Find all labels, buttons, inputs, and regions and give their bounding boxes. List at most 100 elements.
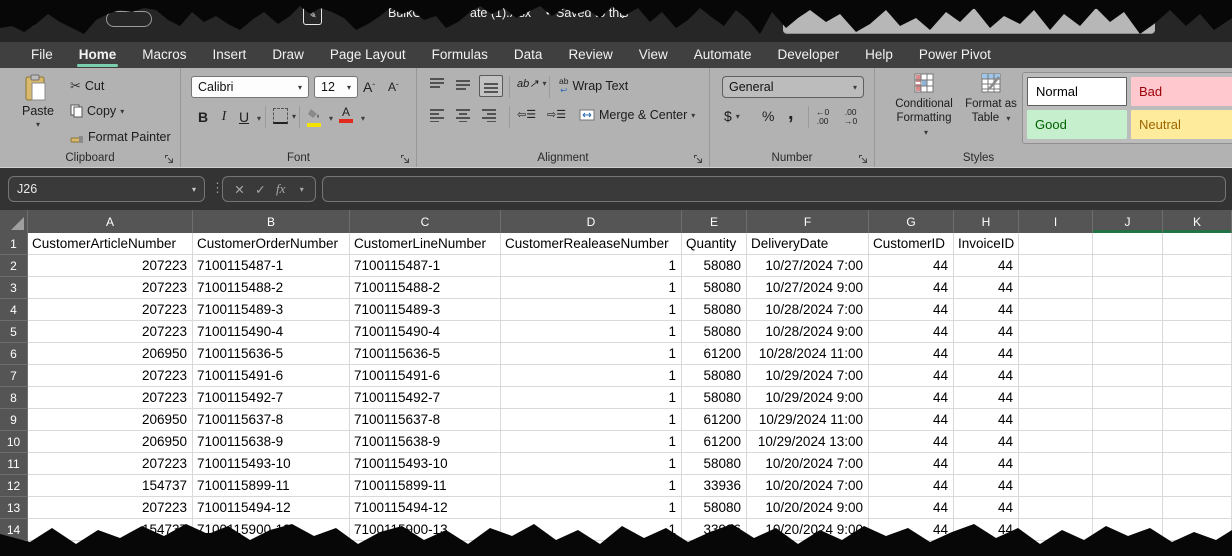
- italic-button[interactable]: I: [217, 106, 231, 128]
- menu-tab-automate[interactable]: Automate: [681, 42, 765, 68]
- decrease-indent-button[interactable]: ⇦☰: [517, 108, 536, 121]
- increase-font-size-button[interactable]: Aˆ: [363, 76, 375, 98]
- cell-C5[interactable]: 7100115490-4: [350, 321, 501, 343]
- cell-C4[interactable]: 7100115489-3: [350, 299, 501, 321]
- cell-C2[interactable]: 7100115487-1: [350, 255, 501, 277]
- menu-tab-view[interactable]: View: [626, 42, 681, 68]
- cell-C11[interactable]: 7100115493-10: [350, 453, 501, 475]
- menu-tab-page-layout[interactable]: Page Layout: [317, 42, 419, 68]
- decrease-decimal-button[interactable]: .00→0: [844, 108, 857, 126]
- cell-A1[interactable]: CustomerArticleNumber: [28, 233, 193, 255]
- align-right-button[interactable]: [481, 108, 497, 122]
- cell-F7[interactable]: 10/29/2024 7:00: [747, 365, 869, 387]
- cell-B11[interactable]: 7100115493-10: [193, 453, 350, 475]
- cell-A8[interactable]: 207223: [28, 387, 193, 409]
- name-box[interactable]: J26 ▾: [8, 176, 205, 202]
- cell-I6[interactable]: [1019, 343, 1093, 365]
- cell-empty[interactable]: [1093, 541, 1163, 556]
- excel-app-icon[interactable]: X: [14, 8, 34, 27]
- cell-C12[interactable]: 7100115899-11: [350, 475, 501, 497]
- cell-B12[interactable]: 7100115899-11: [193, 475, 350, 497]
- cell-H11[interactable]: 44: [954, 453, 1019, 475]
- cell-empty[interactable]: [682, 541, 747, 556]
- format-as-table-button[interactable]: Format as Table ▾: [963, 73, 1019, 126]
- cell-B7[interactable]: 7100115491-6: [193, 365, 350, 387]
- cell-G5[interactable]: 44: [869, 321, 954, 343]
- cell-E9[interactable]: 61200: [682, 409, 747, 431]
- align-left-button[interactable]: [429, 108, 445, 122]
- row-header-1[interactable]: 1: [0, 233, 28, 255]
- cell-C9[interactable]: 7100115637-8: [350, 409, 501, 431]
- cell-G11[interactable]: 44: [869, 453, 954, 475]
- cell-C10[interactable]: 7100115638-9: [350, 431, 501, 453]
- cell-K13[interactable]: [1163, 497, 1232, 519]
- cell-G7[interactable]: 44: [869, 365, 954, 387]
- cell-style-neutral[interactable]: Neutral: [1131, 110, 1232, 139]
- cell-D5[interactable]: 1: [501, 321, 682, 343]
- cell-J10[interactable]: [1093, 431, 1163, 453]
- cell-B3[interactable]: 7100115488-2: [193, 277, 350, 299]
- cell-K4[interactable]: [1163, 299, 1232, 321]
- cell-J4[interactable]: [1093, 299, 1163, 321]
- cell-F8[interactable]: 10/29/2024 9:00: [747, 387, 869, 409]
- cell-E12[interactable]: 33936: [682, 475, 747, 497]
- cell-C1[interactable]: CustomerLineNumber: [350, 233, 501, 255]
- cell-A14[interactable]: 154737: [28, 519, 193, 541]
- cell-K1[interactable]: [1163, 233, 1232, 255]
- cell-B9[interactable]: 7100115637-8: [193, 409, 350, 431]
- cell-K8[interactable]: [1163, 387, 1232, 409]
- cell-F5[interactable]: 10/28/2024 9:00: [747, 321, 869, 343]
- cell-B8[interactable]: 7100115492-7: [193, 387, 350, 409]
- row-header-4[interactable]: 4: [0, 299, 28, 321]
- cell-F3[interactable]: 10/27/2024 9:00: [747, 277, 869, 299]
- menu-tab-power-pivot[interactable]: Power Pivot: [906, 42, 1004, 68]
- cell-A5[interactable]: 207223: [28, 321, 193, 343]
- bold-button[interactable]: B: [195, 106, 211, 128]
- cell-G13[interactable]: 44: [869, 497, 954, 519]
- cell-D7[interactable]: 1: [501, 365, 682, 387]
- menu-tab-developer[interactable]: Developer: [765, 42, 853, 68]
- cell-A12[interactable]: 154737: [28, 475, 193, 497]
- cell-D14[interactable]: 1: [501, 519, 682, 541]
- row-header-7[interactable]: 7: [0, 365, 28, 387]
- column-header-A[interactable]: A: [28, 210, 193, 233]
- cell-F2[interactable]: 10/27/2024 7:00: [747, 255, 869, 277]
- column-header-B[interactable]: B: [193, 210, 350, 233]
- cell-F1[interactable]: DeliveryDate: [747, 233, 869, 255]
- cell-A2[interactable]: 207223: [28, 255, 193, 277]
- cell-E7[interactable]: 58080: [682, 365, 747, 387]
- cell-J8[interactable]: [1093, 387, 1163, 409]
- row-header-14[interactable]: 14: [0, 519, 28, 541]
- cell-style-normal[interactable]: Normal: [1027, 77, 1127, 106]
- cell-F4[interactable]: 10/28/2024 7:00: [747, 299, 869, 321]
- cell-H7[interactable]: 44: [954, 365, 1019, 387]
- cell-J14[interactable]: [1093, 519, 1163, 541]
- row-header-8[interactable]: 8: [0, 387, 28, 409]
- column-header-I[interactable]: I: [1019, 210, 1093, 233]
- cell-E2[interactable]: 58080: [682, 255, 747, 277]
- cell-I4[interactable]: [1019, 299, 1093, 321]
- cell-A10[interactable]: 206950: [28, 431, 193, 453]
- cell-D12[interactable]: 1: [501, 475, 682, 497]
- chevron-down-icon[interactable]: ⌄: [618, 8, 627, 21]
- cell-B10[interactable]: 7100115638-9: [193, 431, 350, 453]
- column-header-C[interactable]: C: [350, 210, 501, 233]
- cell-D4[interactable]: 1: [501, 299, 682, 321]
- cell-D11[interactable]: 1: [501, 453, 682, 475]
- cell-D9[interactable]: 1: [501, 409, 682, 431]
- chevron-down-icon[interactable]: ▾: [361, 114, 365, 123]
- cell-E13[interactable]: 58080: [682, 497, 747, 519]
- cell-F12[interactable]: 10/20/2024 7:00: [747, 475, 869, 497]
- font-color-button[interactable]: A: [339, 106, 353, 123]
- cell-H5[interactable]: 44: [954, 321, 1019, 343]
- cell-D13[interactable]: 1: [501, 497, 682, 519]
- menu-tab-review[interactable]: Review: [555, 42, 625, 68]
- format-painter-button[interactable]: Format Painter: [70, 130, 171, 144]
- row-header-9[interactable]: 9: [0, 409, 28, 431]
- cell-B14[interactable]: 7100115900-13: [193, 519, 350, 541]
- wrap-text-button[interactable]: ab↩ Wrap Text: [559, 77, 628, 95]
- menu-tab-macros[interactable]: Macros: [129, 42, 199, 68]
- autosave-toggle[interactable]: [106, 11, 152, 27]
- cell-J6[interactable]: [1093, 343, 1163, 365]
- cell-E3[interactable]: 58080: [682, 277, 747, 299]
